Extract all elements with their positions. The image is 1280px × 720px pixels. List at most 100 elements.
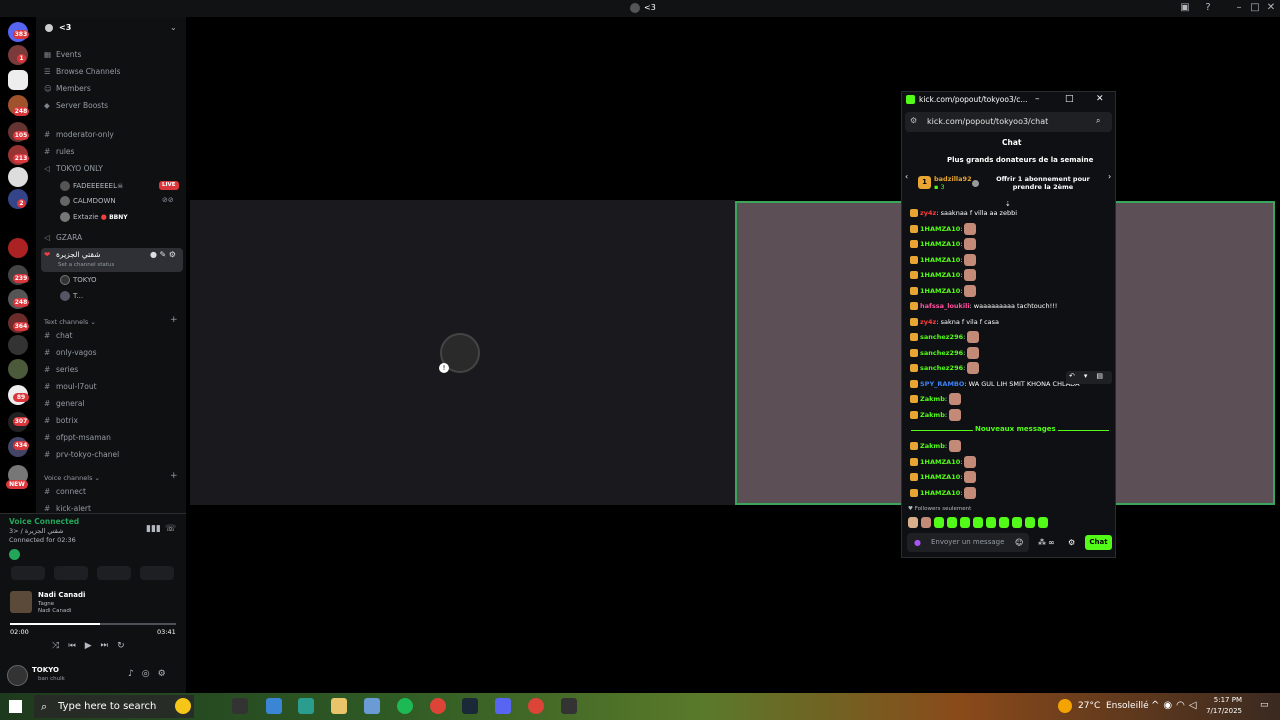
clock-date[interactable]: 7/17/2025	[1200, 707, 1242, 715]
voice-user[interactable]: Extazie ● BBNY	[60, 212, 128, 222]
emote-icon[interactable]	[908, 517, 918, 528]
chat-username[interactable]: Zakmb	[920, 395, 945, 403]
microphone-icon[interactable]: ♪	[128, 669, 142, 679]
channel-general[interactable]: # general	[44, 399, 85, 408]
channel-botrix[interactable]: # botrix	[44, 416, 78, 425]
emote-icon[interactable]	[1012, 517, 1022, 528]
emote-icon[interactable]	[1038, 517, 1048, 528]
chat-message[interactable]: 1HAMZA10:	[910, 253, 977, 268]
link-icon[interactable]: ∞	[1048, 538, 1055, 547]
chat-message[interactable]: zy4z: sakna f vila f casa	[910, 316, 999, 330]
chat-message[interactable]: 1HAMZA10:	[910, 222, 977, 237]
emote-icon[interactable]	[921, 517, 931, 528]
play-icon[interactable]: ▶	[85, 641, 101, 651]
donor-name[interactable]: badzilla92	[934, 175, 972, 183]
chat-username[interactable]: 1HAMZA10	[920, 458, 960, 466]
chrome-icon[interactable]	[430, 698, 446, 714]
previous-icon[interactable]: ⏮	[68, 641, 85, 651]
chat-username[interactable]: Zakmb	[920, 411, 945, 419]
camera-off-button[interactable]	[11, 566, 45, 580]
category-text-channels[interactable]: Text channels ⌄	[44, 318, 96, 326]
gift-sub-offer[interactable]: Offrir 1 abonnement pour prendre la 2ème	[984, 175, 1102, 191]
disconnect-icon[interactable]: ☏	[165, 524, 176, 534]
category-voice-channels[interactable]: Voice channels ⌄	[44, 474, 100, 482]
chat-input-placeholder[interactable]: Envoyer un message	[931, 538, 1004, 546]
channel-moul-l7out[interactable]: # moul-l7out	[44, 382, 97, 391]
chat-message[interactable]: hafssa_loukili: waaaaaaaaa tachtouch!!!	[910, 300, 1057, 314]
emote-icon[interactable]	[1025, 517, 1035, 528]
emote-icon[interactable]	[934, 517, 944, 528]
chat-message[interactable]: Zakmb:	[910, 393, 962, 407]
chat-message[interactable]: zy4z: saaknaa f villa aa zebbi	[910, 207, 1017, 221]
chat-message[interactable]: sanchez296:	[910, 331, 980, 345]
task-view-icon[interactable]	[232, 698, 248, 714]
voice-tokyo-only[interactable]: ◁ TOKYO ONLY	[44, 164, 103, 173]
repeat-icon[interactable]: ↻	[117, 641, 134, 651]
server-icon[interactable]	[8, 167, 28, 187]
active-voice-label[interactable]: ❤ شقتي الجزيرة	[44, 250, 100, 259]
emote-icon[interactable]	[973, 517, 983, 528]
soundboard-button[interactable]	[140, 566, 174, 580]
clock-time[interactable]: 5:17 PM	[1208, 696, 1242, 704]
chevron-up-icon[interactable]: ^	[1151, 700, 1163, 711]
chat-username[interactable]: SPY_RAMBO	[920, 380, 964, 388]
minimize-icon[interactable]: –	[1232, 2, 1246, 13]
chat-username[interactable]: 1HAMZA10	[920, 225, 960, 233]
voice-user[interactable]: FADEEEEEEL☠	[60, 181, 123, 191]
weather-text[interactable]: 27°C Ensoleillé	[1078, 701, 1149, 711]
add-channel-icon[interactable]: +	[170, 315, 178, 325]
wifi-icon[interactable]: ◠	[1176, 700, 1189, 711]
url-text[interactable]: kick.com/popout/tokyoo3/chat	[927, 117, 1048, 126]
chat-message[interactable]: 1HAMZA10:	[910, 471, 977, 485]
chat-message[interactable]: 1HAMZA10:	[910, 486, 977, 501]
emote-icon[interactable]	[999, 517, 1009, 528]
activity-button[interactable]	[97, 566, 131, 580]
channel-chat[interactable]: # chat	[44, 331, 72, 340]
next-arrow-icon[interactable]: ›	[1108, 172, 1111, 181]
settings-icon[interactable]: ⚙	[158, 669, 174, 679]
voice-kick-alert[interactable]: # kick-alert	[44, 504, 91, 513]
server-icon[interactable]	[8, 70, 28, 90]
screen-share-button[interactable]	[54, 566, 88, 580]
emote-icon[interactable]	[947, 517, 957, 528]
next-icon[interactable]: ⏭	[101, 641, 118, 651]
copilot-icon[interactable]	[266, 698, 282, 714]
voice-connect[interactable]: # connect	[44, 487, 86, 496]
channel-status-hint[interactable]: Set a channel status	[58, 262, 114, 268]
voice-activity-icon[interactable]: ▮▮▮	[146, 524, 161, 534]
channel-actions-icon[interactable]: ● ✎ ⚙	[150, 250, 176, 259]
voice-user[interactable]: CALMDOWN	[60, 196, 116, 206]
notifications-icon[interactable]: ▭	[1260, 700, 1269, 710]
chat-username[interactable]: Zakmb	[920, 442, 945, 450]
chat-message[interactable]: sanchez296:	[910, 346, 980, 361]
chat-username[interactable]: sanchez296	[920, 349, 963, 357]
username[interactable]: TOKYO	[32, 666, 59, 674]
chat-username[interactable]: zy4z	[920, 318, 936, 326]
guild-name[interactable]: <3	[59, 23, 71, 32]
popup-maximize-icon[interactable]: □	[1065, 94, 1074, 104]
maximize-icon[interactable]: □	[1248, 2, 1262, 13]
site-settings-icon[interactable]: ⚙	[910, 116, 917, 125]
server-icon[interactable]	[8, 238, 28, 258]
avatar[interactable]	[7, 665, 28, 686]
file-explorer-icon[interactable]	[331, 698, 347, 714]
chat-message[interactable]: 1HAMZA10:	[910, 269, 977, 283]
channel-only-vagos[interactable]: # only-vagos	[44, 348, 97, 357]
zoom-icon[interactable]: ⌕	[1096, 116, 1100, 126]
microphone-icon[interactable]: ●	[914, 538, 921, 547]
chat-username[interactable]: 1HAMZA10	[920, 271, 960, 279]
emote-icon[interactable]	[986, 517, 996, 528]
help-icon[interactable]: ?	[1201, 2, 1215, 13]
chat-username[interactable]: 1HAMZA10	[920, 473, 960, 481]
channel-series[interactable]: # series	[44, 365, 78, 374]
nav-server-boosts[interactable]: ◆ Server Boosts	[44, 101, 108, 110]
users-icon[interactable]: ⁂	[1038, 538, 1046, 547]
network-icon[interactable]: ◉	[1163, 700, 1176, 711]
emote-icon[interactable]	[960, 517, 970, 528]
volume-icon[interactable]: ◁	[1189, 700, 1201, 711]
nav-members[interactable]: ☺ Members	[44, 84, 91, 93]
discord-icon[interactable]	[495, 698, 511, 714]
chat-username[interactable]: sanchez296	[920, 364, 963, 372]
reply-icon[interactable]: ↶	[1069, 372, 1084, 380]
nav-events[interactable]: ▦ Events	[44, 50, 81, 59]
